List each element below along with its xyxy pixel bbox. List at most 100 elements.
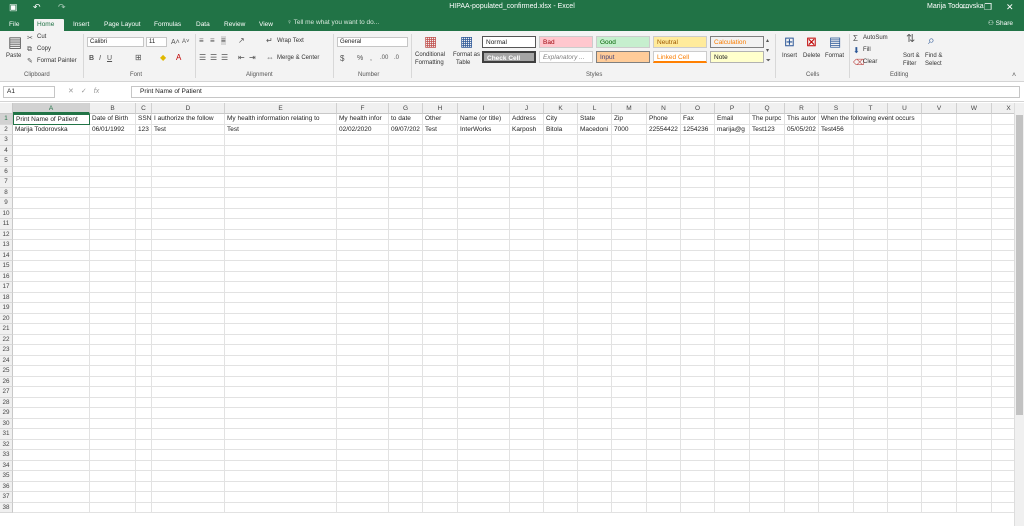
cell-i15[interactable] [458,261,510,272]
cell-j19[interactable] [510,303,544,314]
cell-f14[interactable] [337,250,389,261]
cell-w4[interactable] [957,145,992,156]
cell-x15[interactable] [992,261,1014,272]
cell-v8[interactable] [922,187,957,198]
bold-icon[interactable]: B [89,54,94,63]
cell-f15[interactable] [337,261,389,272]
cell-x10[interactable] [992,209,1014,219]
cell-a24[interactable] [13,355,90,366]
cell-n27[interactable] [647,387,681,398]
cell-x5[interactable] [992,156,1014,167]
cell-s2[interactable]: Test456 [819,124,854,135]
percent-icon[interactable]: % [357,54,363,63]
cell-e34[interactable] [225,460,337,471]
cell-b17[interactable] [90,282,136,293]
cell-b31[interactable] [90,429,136,440]
cell-e4[interactable] [225,145,337,156]
cell-g25[interactable] [389,366,423,377]
cell-e37[interactable] [225,492,337,503]
cell-k11[interactable] [544,219,578,230]
cell-f37[interactable] [337,492,389,503]
style-input[interactable]: Input [596,51,650,63]
cell-p5[interactable] [715,156,750,167]
cell-w31[interactable] [957,429,992,440]
cell-k23[interactable] [544,345,578,356]
cell-u19[interactable] [888,303,922,314]
cell-h12[interactable] [423,229,458,240]
cell-r4[interactable] [785,145,819,156]
cell-f21[interactable] [337,324,389,335]
cell-i6[interactable] [458,166,510,177]
cell-q21[interactable] [750,324,785,335]
cell-f13[interactable] [337,240,389,251]
cell-p12[interactable] [715,229,750,240]
cell-j15[interactable] [510,261,544,272]
align-top-icon[interactable]: ≡ [199,36,204,45]
cell-p32[interactable] [715,439,750,450]
cell-t36[interactable] [854,481,888,492]
cell-d2[interactable]: Test [152,124,225,135]
cell-o12[interactable] [681,229,715,240]
cell-q27[interactable] [750,387,785,398]
cell-i18[interactable] [458,292,510,303]
row-header[interactable]: 30 [0,418,13,429]
cell-j30[interactable] [510,418,544,429]
cell-x24[interactable] [992,356,1014,366]
cell-k3[interactable] [544,135,578,146]
cell-n4[interactable] [647,145,681,156]
cell-d28[interactable] [152,397,225,408]
cell-c27[interactable] [136,387,152,398]
cell-d21[interactable] [152,324,225,335]
cell-n23[interactable] [647,345,681,356]
cell-n32[interactable] [647,439,681,450]
cell-w9[interactable] [957,198,992,209]
cell-r13[interactable] [785,240,819,251]
cell-u38[interactable] [888,502,922,513]
cell-n17[interactable] [647,282,681,293]
cell-f34[interactable] [337,460,389,471]
cell-k25[interactable] [544,366,578,377]
cell-u18[interactable] [888,292,922,303]
cell-u26[interactable] [888,376,922,387]
cell-x22[interactable] [992,335,1014,345]
cell-d3[interactable] [152,135,225,146]
cell-x27[interactable] [992,387,1014,398]
cell-w23[interactable] [957,345,992,356]
cell-p21[interactable] [715,324,750,335]
cell-t38[interactable] [854,502,888,513]
cell-t3[interactable] [854,135,888,146]
cell-h2[interactable]: Test [423,124,458,135]
cell-b3[interactable] [90,135,136,146]
cell-i5[interactable] [458,156,510,167]
cell-h25[interactable] [423,366,458,377]
cell-d26[interactable] [152,376,225,387]
cell-q26[interactable] [750,376,785,387]
cell-q22[interactable] [750,334,785,345]
cell-p22[interactable] [715,334,750,345]
cell-q15[interactable] [750,261,785,272]
cell-k37[interactable] [544,492,578,503]
cell-t7[interactable] [854,177,888,188]
cell-h28[interactable] [423,397,458,408]
cell-w24[interactable] [957,355,992,366]
cell-s35[interactable] [819,471,854,482]
select-all-corner[interactable] [0,103,13,114]
cell-k36[interactable] [544,481,578,492]
cell-i12[interactable] [458,229,510,240]
cell-d13[interactable] [152,240,225,251]
cell-u23[interactable] [888,345,922,356]
cell-m35[interactable] [612,471,647,482]
cell-a4[interactable] [13,145,90,156]
cell-r23[interactable] [785,345,819,356]
cell-v21[interactable] [922,324,957,335]
cell-n38[interactable] [647,502,681,513]
cell-d36[interactable] [152,481,225,492]
cell-x33[interactable] [992,450,1014,461]
cell-c29[interactable] [136,408,152,419]
cell-f18[interactable] [337,292,389,303]
cell-t28[interactable] [854,397,888,408]
cell-d31[interactable] [152,429,225,440]
cell-v27[interactable] [922,387,957,398]
cell-s36[interactable] [819,481,854,492]
cell-h3[interactable] [423,135,458,146]
